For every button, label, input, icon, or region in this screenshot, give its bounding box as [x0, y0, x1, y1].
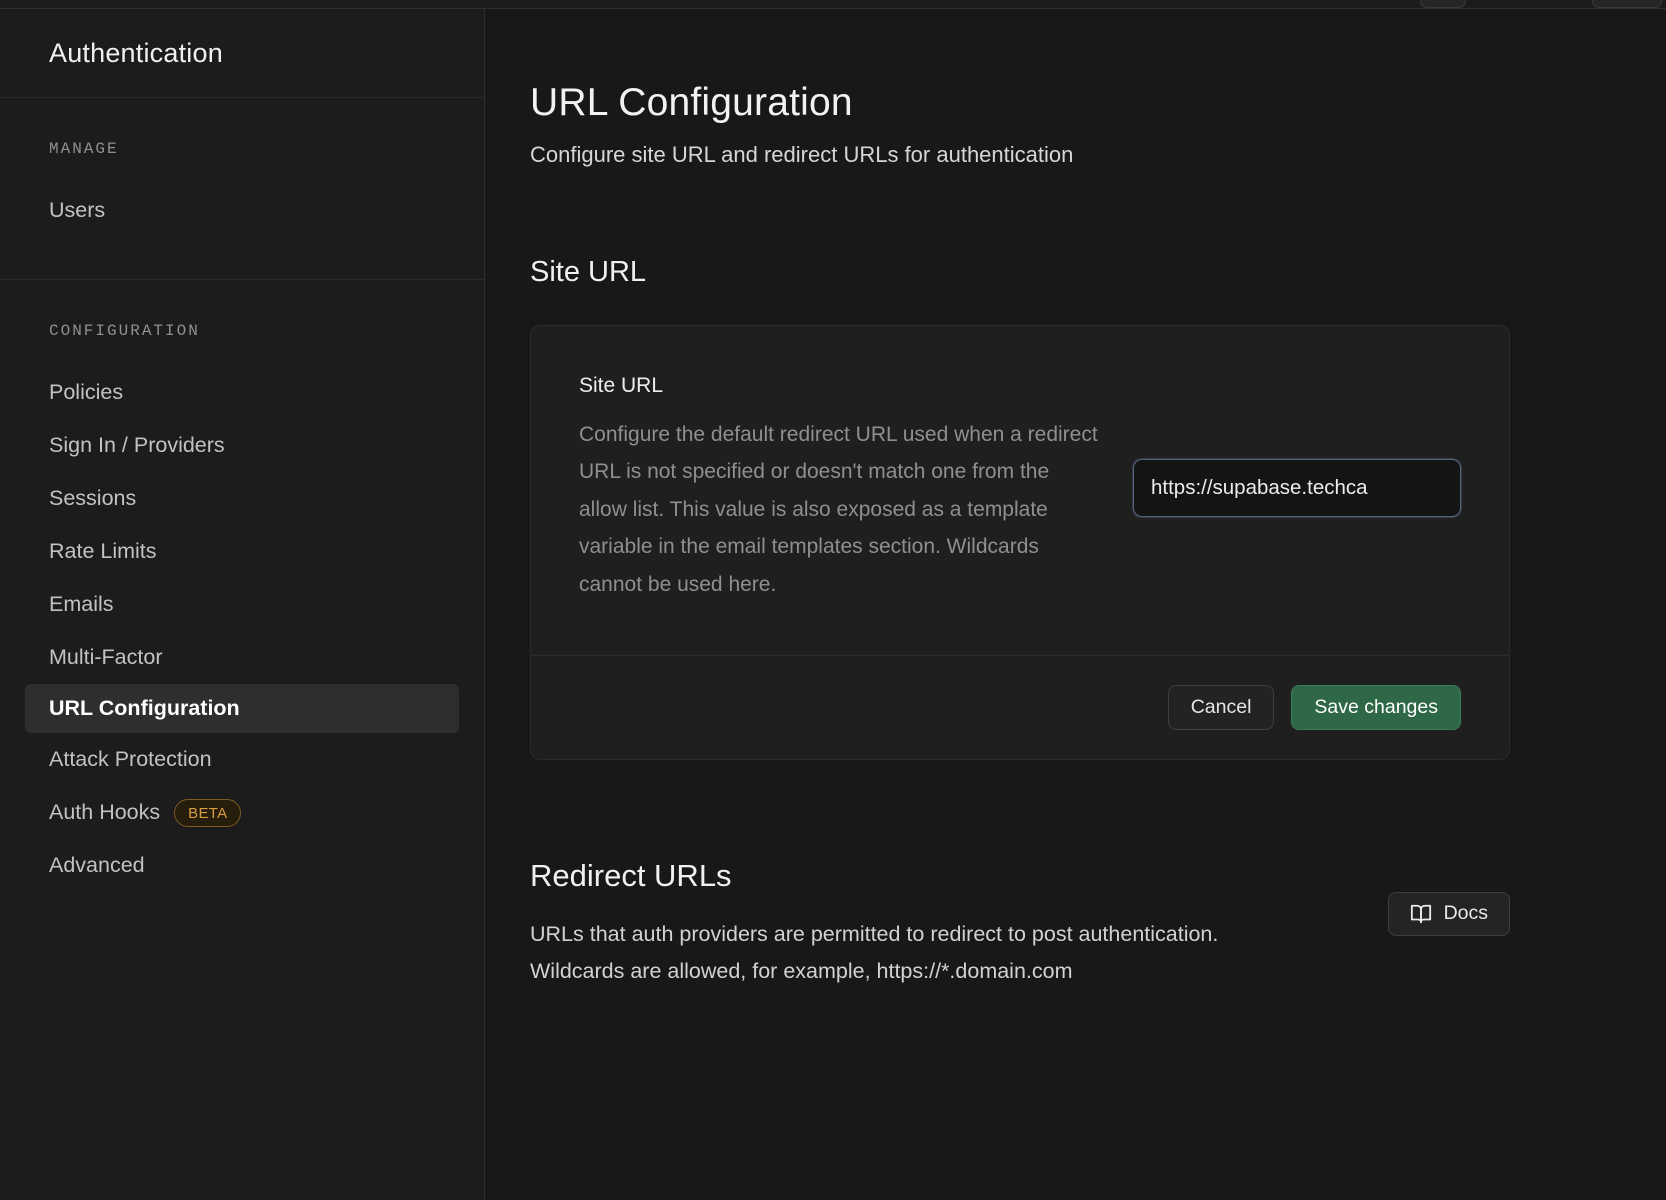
sidebar-item-users[interactable]: Users [0, 184, 484, 237]
page-title: URL Configuration [530, 81, 1666, 125]
site-url-field-label: Site URL [579, 374, 1099, 398]
auth-sidebar: Authentication MANAGE Users CONFIGURATIO… [0, 9, 485, 1200]
sidebar-item-url-configuration[interactable]: URL Configuration [25, 684, 459, 733]
site-url-input[interactable] [1133, 459, 1461, 517]
sidebar-item-attack-protection[interactable]: Attack Protection [0, 733, 484, 786]
sidebar-item-emails[interactable]: Emails [0, 578, 484, 631]
topbar-button-stub[interactable] [1420, 0, 1466, 8]
sidebar-item-label: Users [49, 198, 105, 223]
sidebar-item-advanced[interactable]: Advanced [0, 839, 484, 892]
site-url-card-footer: Cancel Save changes [531, 655, 1509, 759]
section-label-configuration: CONFIGURATION [49, 322, 484, 340]
cancel-button[interactable]: Cancel [1168, 685, 1275, 730]
sidebar-item-label: Sign In / Providers [49, 433, 225, 458]
topbar-button-stub[interactable] [1592, 0, 1662, 8]
sidebar-item-label: Emails [49, 592, 114, 617]
docs-button[interactable]: Docs [1388, 892, 1510, 936]
redirect-urls-description: URLs that auth providers are permitted t… [530, 916, 1230, 990]
sidebar-item-label: Multi-Factor [49, 645, 162, 670]
sidebar-item-rate-limits[interactable]: Rate Limits [0, 525, 484, 578]
sidebar-item-sign-in-providers[interactable]: Sign In / Providers [0, 419, 484, 472]
redirect-urls-text: Redirect URLs URLs that auth providers a… [530, 858, 1230, 990]
site-url-field-description: Configure the default redirect URL used … [579, 416, 1099, 603]
sidebar-item-label: Advanced [49, 853, 145, 878]
site-url-field-info: Site URL Configure the default redirect … [579, 374, 1099, 603]
sidebar-item-label: Attack Protection [49, 747, 212, 772]
sidebar-item-policies[interactable]: Policies [0, 366, 484, 419]
page-subtitle: Configure site URL and redirect URLs for… [530, 142, 1666, 168]
sidebar-item-multi-factor[interactable]: Multi-Factor [0, 631, 484, 684]
sidebar-title: Authentication [0, 9, 484, 98]
sidebar-item-label: Policies [49, 380, 123, 405]
beta-badge: BETA [174, 799, 241, 827]
sidebar-item-label: Rate Limits [49, 539, 157, 564]
sidebar-item-label: Auth Hooks [49, 800, 160, 825]
url-configuration-page: URL Configuration Configure site URL and… [485, 9, 1666, 1200]
docs-button-label: Docs [1444, 902, 1488, 925]
save-changes-button[interactable]: Save changes [1291, 685, 1461, 730]
app-shell: Authentication MANAGE Users CONFIGURATIO… [0, 9, 1666, 1200]
book-open-icon [1410, 903, 1432, 925]
top-bar [0, 0, 1666, 9]
redirect-urls-section: Redirect URLs URLs that auth providers a… [530, 858, 1510, 990]
sidebar-item-label: URL Configuration [49, 696, 240, 721]
sidebar-item-sessions[interactable]: Sessions [0, 472, 484, 525]
section-label-manage: MANAGE [49, 140, 484, 158]
sidebar-item-auth-hooks[interactable]: Auth Hooks BETA [0, 786, 484, 839]
site-url-card-body: Site URL Configure the default redirect … [531, 326, 1509, 655]
sidebar-item-label: Sessions [49, 486, 136, 511]
sidebar-section-configuration: CONFIGURATION Policies Sign In / Provide… [0, 279, 484, 934]
site-url-card: Site URL Configure the default redirect … [530, 325, 1510, 760]
sidebar-section-manage: MANAGE Users [0, 98, 484, 279]
site-url-section-heading: Site URL [530, 256, 1666, 289]
redirect-urls-heading: Redirect URLs [530, 858, 1230, 894]
